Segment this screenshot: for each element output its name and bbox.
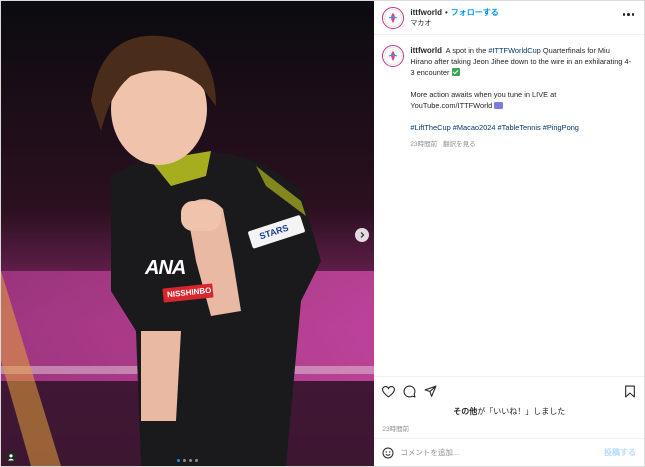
chevron-right-icon — [360, 232, 365, 238]
tagged-users-button[interactable] — [5, 451, 17, 463]
separator: • — [444, 7, 448, 17]
caption-youtube-text: More action awaits when you tune in LIVE… — [410, 90, 557, 110]
caption-paragraph-2: More action awaits when you tune in LIVE… — [410, 89, 632, 111]
post-media[interactable]: ANA NISSHINBO STARS — [1, 1, 375, 466]
carousel-dot — [177, 459, 180, 462]
post-comment-button[interactable]: 投稿する — [604, 447, 636, 458]
post-dialog: ANA NISSHINBO STARS ittfworld • フォローする マ… — [0, 0, 645, 467]
emoji-icon[interactable] — [382, 447, 394, 459]
author-username[interactable]: ittfworld — [410, 7, 442, 18]
hashtag-link[interactable]: #ITTFWorldCup — [488, 46, 540, 55]
hashtag-link[interactable]: #Macao2024 — [453, 123, 496, 132]
hashtag-link[interactable]: #PingPong — [543, 123, 579, 132]
caption-username[interactable]: ittfworld — [410, 46, 442, 55]
hashtag-list: #LiftTheCup #Macao2024 #TableTennis #Pin… — [410, 122, 632, 133]
caption-time: 23時間前 — [410, 141, 438, 148]
post-header: ittfworld • フォローする マカオ — [374, 1, 644, 35]
hashtag-link[interactable]: #TableTennis — [498, 123, 541, 132]
comment-icon[interactable] — [403, 385, 416, 398]
heart-icon[interactable] — [382, 385, 396, 398]
post-location[interactable]: マカオ — [410, 18, 498, 29]
ittf-logo-icon — [389, 12, 398, 23]
carousel-dot — [195, 459, 198, 462]
caption-text: ittfworld A spot in the #ITTFWorldCup Qu… — [410, 45, 632, 366]
tv-icon — [494, 102, 504, 109]
caption-avatar[interactable] — [382, 45, 405, 67]
likes-summary: その他が「いいね！」しました — [374, 406, 644, 422]
translate-button[interactable]: 翻訳を見る — [443, 139, 476, 150]
carousel-next-button[interactable] — [355, 228, 369, 242]
jersey-sponsor-ana: ANA — [145, 257, 186, 279]
caption-section: ittfworld A spot in the #ITTFWorldCup Qu… — [374, 35, 644, 376]
user-icon — [8, 454, 14, 461]
player-photo — [1, 1, 375, 466]
share-icon[interactable] — [424, 385, 437, 398]
likes-text: が「いいね！」しました — [477, 407, 566, 416]
hashtag-link[interactable]: #LiftTheCup — [410, 123, 450, 132]
post-timestamp[interactable]: 23時間前 — [374, 422, 644, 438]
ittf-logo-icon — [389, 51, 398, 61]
action-bar — [374, 376, 644, 406]
more-options-icon[interactable] — [622, 13, 634, 16]
caption-part-1: A spot in the — [445, 46, 489, 55]
likes-others-link[interactable]: その他 — [453, 407, 477, 416]
comment-bar: 投稿する — [374, 438, 644, 466]
comment-input[interactable] — [400, 448, 581, 457]
carousel-indicator — [177, 459, 198, 462]
carousel-dot — [189, 459, 192, 462]
check-mark-icon — [451, 68, 460, 76]
post-side-panel: ittfworld • フォローする マカオ ittfworld A spot … — [374, 1, 644, 466]
carousel-dot — [183, 459, 186, 462]
caption-meta: 23時間前 翻訳を見る — [410, 139, 632, 150]
bookmark-icon[interactable] — [624, 385, 636, 398]
follow-button[interactable]: フォローする — [451, 7, 499, 18]
avatar[interactable] — [382, 6, 405, 29]
